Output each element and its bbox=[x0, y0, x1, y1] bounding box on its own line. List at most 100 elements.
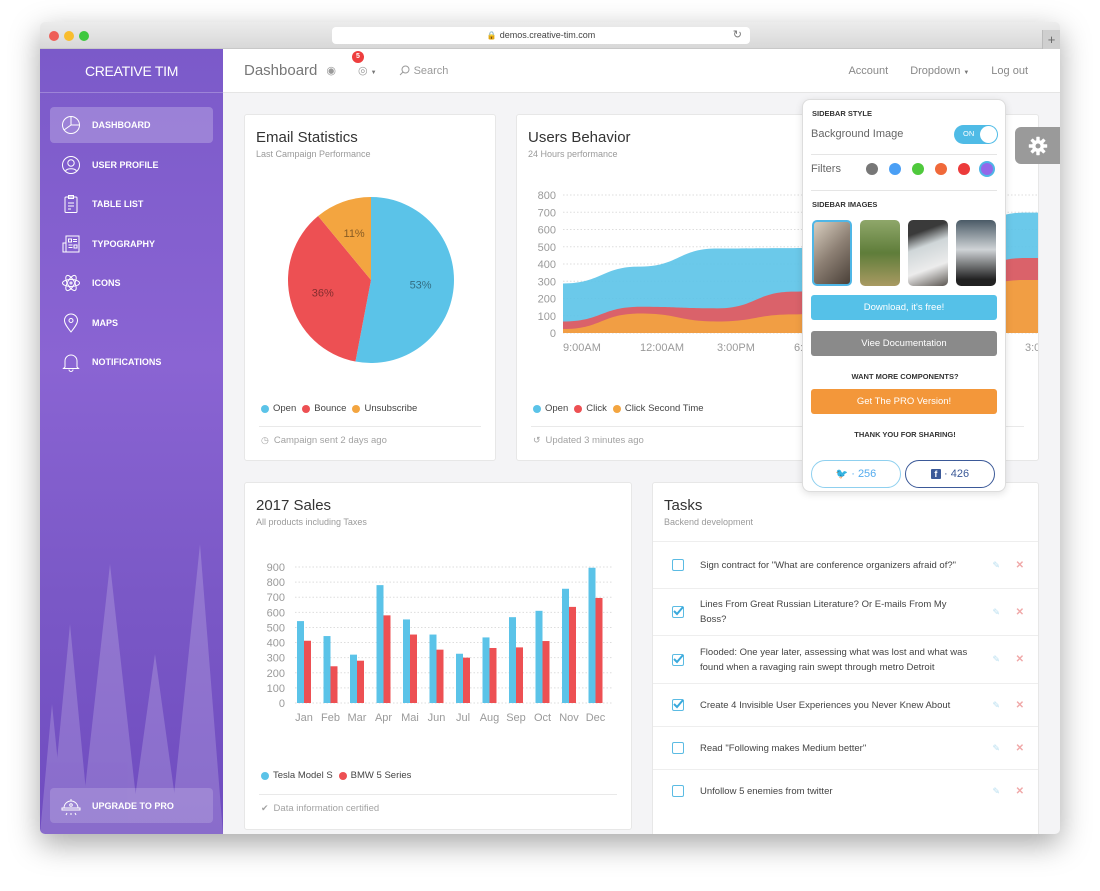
background-image-toggle[interactable]: ON bbox=[954, 124, 998, 144]
checkmark-icon bbox=[673, 653, 684, 663]
address-bar[interactable]: 🔒 demos.creative-tim.com ↻ bbox=[332, 27, 750, 44]
want-more-text: WANT MORE COMPONENTS? bbox=[851, 372, 959, 381]
sidebar-image-portrait[interactable] bbox=[812, 220, 852, 286]
task-text: Unfollow 5 enemies from twitter bbox=[700, 785, 833, 797]
search-link[interactable]: Search bbox=[399, 65, 448, 77]
zoom-window-button[interactable] bbox=[79, 31, 89, 41]
sidebar-item-maps[interactable]: MAPS bbox=[50, 305, 213, 341]
y-tick-label: 300 bbox=[267, 653, 285, 665]
edit-icon[interactable]: ✎ bbox=[992, 786, 1000, 797]
legend-item-click: Click bbox=[574, 403, 607, 414]
page-title[interactable]: Dashboard bbox=[244, 62, 317, 79]
x-tick-label: Apr bbox=[375, 712, 392, 724]
legend-item-unsubscribe: Unsubscribe bbox=[352, 403, 417, 414]
facebook-count: · 426 bbox=[943, 468, 970, 480]
sidebar-item-icons[interactable]: ICONS bbox=[50, 265, 213, 301]
reload-icon[interactable]: ↻ bbox=[733, 27, 742, 44]
delete-icon[interactable]: ✕ bbox=[1016, 700, 1024, 711]
forest-background bbox=[40, 544, 223, 834]
delete-icon[interactable]: ✕ bbox=[1016, 607, 1024, 618]
bar-legend: Tesla Model S BMW 5 Series bbox=[261, 770, 417, 781]
settings-toggle-button[interactable] bbox=[1015, 127, 1060, 164]
x-tick-label: Jan bbox=[295, 712, 313, 724]
sidebar-image-forest[interactable] bbox=[956, 220, 996, 286]
brand-logo[interactable]: CREATIVE TIM bbox=[40, 49, 223, 93]
y-tick-label: 400 bbox=[538, 259, 556, 271]
y-tick-label: 100 bbox=[538, 311, 556, 323]
legend-label: Tesla Model S bbox=[273, 770, 333, 781]
account-link[interactable]: Account bbox=[848, 65, 888, 77]
card-title: 2017 Sales bbox=[256, 497, 332, 514]
delete-icon[interactable]: ✕ bbox=[1016, 786, 1024, 797]
pie-label: 36% bbox=[312, 287, 334, 299]
close-window-button[interactable] bbox=[49, 31, 59, 41]
x-tick-label: Aug bbox=[480, 712, 500, 724]
sidebar-item-dashboard[interactable]: DASHBOARD bbox=[50, 107, 213, 143]
sidebar-style-header: SIDEBAR STYLE bbox=[812, 109, 873, 118]
upgrade-to-pro-button[interactable]: UPGRADE TO PRO bbox=[50, 788, 213, 823]
bar-tesla-oct bbox=[535, 610, 543, 703]
bar-bmw-dec bbox=[595, 597, 603, 703]
twitter-share-button[interactable]: 🐦 · 256 bbox=[811, 460, 901, 488]
legend-label: Open bbox=[545, 403, 569, 414]
toggle-knob bbox=[980, 125, 997, 143]
task-checkbox[interactable] bbox=[672, 653, 684, 666]
filter-swatch[interactable] bbox=[889, 163, 901, 175]
edit-icon[interactable]: ✎ bbox=[992, 654, 1000, 665]
download-button[interactable]: Download, it's free! bbox=[811, 295, 997, 320]
twitter-icon: 🐦 bbox=[835, 469, 849, 480]
map-pin-icon bbox=[60, 312, 82, 334]
task-checkbox[interactable] bbox=[672, 785, 684, 797]
minimize-window-button[interactable] bbox=[64, 31, 74, 41]
filter-swatch[interactable] bbox=[866, 163, 878, 175]
task-checkbox[interactable] bbox=[672, 559, 684, 571]
x-tick-label: Jun bbox=[428, 712, 446, 724]
task-checkbox[interactable] bbox=[672, 699, 684, 711]
edit-icon[interactable]: ✎ bbox=[992, 560, 1000, 571]
sidebar-item-label: NOTIFICATIONS bbox=[92, 357, 162, 367]
documentation-button[interactable]: Viee Documentation bbox=[811, 331, 997, 356]
filter-swatch[interactable] bbox=[912, 163, 924, 175]
delete-icon[interactable]: ✕ bbox=[1016, 654, 1024, 665]
bar-bmw-jul bbox=[463, 657, 470, 703]
legend-dot bbox=[302, 404, 311, 413]
gear-icon bbox=[1028, 136, 1047, 155]
edit-icon[interactable]: ✎ bbox=[992, 743, 1000, 754]
facebook-share-button[interactable]: f · 426 bbox=[905, 460, 995, 488]
pro-version-button[interactable]: Get The PRO Version! bbox=[811, 389, 997, 414]
filter-swatch[interactable] bbox=[935, 163, 947, 175]
sidebar-item-table-list[interactable]: TABLE LIST bbox=[50, 186, 213, 222]
sidebar-image-field[interactable] bbox=[860, 220, 900, 286]
bar-tesla-nov bbox=[562, 588, 569, 703]
divider bbox=[811, 190, 997, 191]
delete-icon[interactable]: ✕ bbox=[1016, 743, 1024, 754]
sidebar-image-desk[interactable] bbox=[908, 220, 948, 286]
edit-icon[interactable]: ✎ bbox=[992, 607, 1000, 618]
logout-link[interactable]: Log out bbox=[991, 65, 1028, 77]
notifications-dropdown[interactable]: 5 ◎ ▼ bbox=[352, 51, 377, 77]
sidebar-item-typography[interactable]: TYPOGRAPHY bbox=[50, 226, 213, 262]
dropdown-menu[interactable]: Dropdown ▼ bbox=[910, 65, 969, 77]
palette-icon[interactable]: ◉ bbox=[326, 64, 336, 77]
y-tick-label: 600 bbox=[538, 225, 556, 237]
sidebar-item-user-profile[interactable]: USER PROFILE bbox=[50, 147, 213, 183]
x-tick-label: 9:00AM bbox=[563, 342, 601, 354]
edit-icon[interactable]: ✎ bbox=[992, 700, 1000, 711]
legend-label: Bounce bbox=[314, 403, 347, 414]
filter-swatch[interactable] bbox=[981, 163, 993, 175]
filters-label: Filters bbox=[811, 163, 841, 175]
task-checkbox[interactable] bbox=[672, 742, 684, 754]
card-subtitle: Backend development bbox=[664, 517, 754, 527]
new-tab-button[interactable]: + bbox=[1042, 30, 1060, 49]
sidebar-item-notifications[interactable]: NOTIFICATIONS bbox=[50, 344, 213, 380]
card-subtitle: Last Campaign Performance bbox=[256, 149, 371, 159]
checkmark-icon bbox=[673, 699, 684, 709]
x-tick-label: 3:00PM bbox=[717, 342, 755, 354]
x-tick-label: Nov bbox=[559, 712, 579, 724]
dropdown-label: Dropdown bbox=[910, 65, 961, 77]
clipboard-icon bbox=[60, 193, 82, 215]
legend-dot bbox=[261, 771, 269, 780]
filter-swatch[interactable] bbox=[958, 163, 970, 175]
task-checkbox[interactable] bbox=[672, 606, 684, 618]
delete-icon[interactable]: ✕ bbox=[1016, 560, 1024, 571]
